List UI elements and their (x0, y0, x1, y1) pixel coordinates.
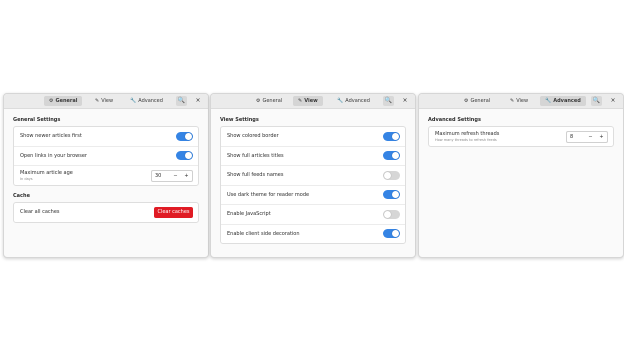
section-title: General Settings (13, 117, 61, 123)
refresh-threads-spinbutton[interactable]: 8 − + (566, 130, 608, 143)
gear-icon: ⚙ (256, 98, 261, 104)
tab-advanced[interactable]: 🔧 Advanced (540, 96, 586, 106)
cache-list: Clear all caches Clear caches (13, 202, 199, 223)
article-age-spinbutton[interactable]: 30 − + (151, 169, 193, 182)
list-item: Show full articles titles (221, 147, 405, 166)
list-item: Show full feeds names (221, 166, 405, 186)
tab-general[interactable]: ⚙ General (44, 96, 83, 106)
headerbar: ⚙ General ✎ View 🔧 Advanced 🔍 × (4, 94, 208, 109)
tab-label: Advanced (138, 98, 163, 104)
row-label: Maximum article age (20, 170, 73, 176)
advanced-content: Advanced Settings Maximum refresh thread… (428, 116, 614, 153)
full-feed-names-switch[interactable] (383, 170, 400, 180)
close-icon: × (610, 97, 616, 104)
dark-theme-switch[interactable] (383, 190, 400, 200)
section-title: Advanced Settings (428, 117, 481, 123)
close-button[interactable]: × (400, 96, 410, 106)
tab-general[interactable]: ⚙ General (459, 96, 495, 106)
preferences-window-advanced: ⚙ General ✎ View 🔧 Advanced 🔍 × Advanced… (418, 93, 624, 258)
colored-border-switch[interactable] (383, 131, 400, 141)
brush-icon: ✎ (510, 98, 515, 104)
spin-value[interactable]: 30 (152, 173, 170, 179)
search-button[interactable]: 🔍 (176, 96, 187, 106)
row-label: Enable client side decoration (227, 230, 300, 237)
preferences-window-general: ⚙ General ✎ View 🔧 Advanced 🔍 × General … (3, 93, 209, 258)
tab-advanced[interactable]: 🔧 Advanced (332, 96, 375, 106)
gear-icon: ⚙ (464, 98, 469, 104)
tab-label: General (55, 98, 78, 104)
row-label: Show full feeds names (227, 172, 284, 179)
tab-general[interactable]: ⚙ General (251, 96, 287, 106)
settings-list: Show newer articles first Open links in … (13, 126, 199, 186)
plus-button[interactable]: + (596, 134, 607, 140)
close-icon: × (195, 97, 201, 104)
wrench-icon: 🔧 (545, 98, 552, 104)
close-button[interactable]: × (193, 96, 203, 106)
list-item: Show newer articles first (14, 127, 198, 147)
preferences-window-view: ⚙ General ✎ View 🔧 Advanced 🔍 × View Set… (210, 93, 416, 258)
tab-label: Advanced (553, 98, 581, 104)
brush-icon: ✎ (298, 98, 303, 104)
csd-switch[interactable] (383, 229, 400, 239)
list-item: Maximum article age In days 30 − + (14, 166, 198, 185)
tab-label: General (470, 98, 491, 104)
headerbar: ⚙ General ✎ View 🔧 Advanced 🔍 × (419, 94, 623, 109)
tab-view[interactable]: ✎ View (293, 96, 323, 106)
tab-advanced[interactable]: 🔧 Advanced (125, 96, 168, 106)
brush-icon: ✎ (95, 98, 100, 104)
list-item: Enable client side decoration (221, 225, 405, 244)
row-sublabel: In days (20, 177, 33, 181)
tab-label: General (262, 98, 283, 104)
list-item: Maximum refresh threads How many threads… (429, 127, 613, 146)
javascript-switch[interactable] (383, 209, 400, 219)
wrench-icon: 🔧 (337, 98, 344, 104)
tab-view[interactable]: ✎ View (90, 96, 118, 106)
search-button[interactable]: 🔍 (591, 96, 602, 106)
row-label: Use dark theme for reader mode (227, 191, 310, 198)
open-links-switch[interactable] (176, 151, 193, 161)
search-icon: 🔍 (592, 97, 601, 104)
row-label: Show full articles titles (227, 152, 284, 159)
list-item: Show colored border (221, 127, 405, 147)
wrench-icon: 🔧 (130, 98, 137, 104)
row-label: Maximum refresh threads (435, 131, 500, 137)
list-item: Open links in your browser (14, 147, 198, 166)
search-button[interactable]: 🔍 (383, 96, 394, 106)
view-content: View Settings Show colored border Show f… (220, 116, 406, 250)
section-title: View Settings (220, 117, 259, 123)
settings-list: Show colored border Show full articles t… (220, 126, 406, 244)
list-item: Use dark theme for reader mode (221, 186, 405, 205)
search-icon: 🔍 (177, 97, 186, 104)
row-label: Enable JavaScript (227, 211, 271, 218)
row-label: Clear all caches (20, 209, 60, 216)
full-titles-switch[interactable] (383, 151, 400, 161)
tab-label: View (101, 98, 114, 104)
plus-button[interactable]: + (181, 173, 192, 179)
row-label: Open links in your browser (20, 152, 87, 159)
row-label: Show newer articles first (20, 133, 82, 140)
section-title: Cache (13, 193, 30, 199)
general-content: General Settings Show newer articles fir… (13, 116, 199, 229)
row-label: Show colored border (227, 133, 279, 140)
close-icon: × (402, 97, 408, 104)
list-item: Clear all caches Clear caches (14, 203, 198, 222)
list-item: Enable JavaScript (221, 205, 405, 225)
row-sublabel: How many threads to refresh feeds (435, 138, 497, 142)
gear-icon: ⚙ (49, 98, 54, 104)
close-button[interactable]: × (608, 96, 618, 106)
tab-label: View (516, 98, 529, 104)
clear-caches-button[interactable]: Clear caches (154, 206, 193, 218)
newer-first-switch[interactable] (176, 131, 193, 141)
spin-value[interactable]: 8 (567, 134, 585, 140)
settings-list: Maximum refresh threads How many threads… (428, 126, 614, 147)
tab-label: View (304, 98, 318, 104)
minus-button[interactable]: − (170, 173, 181, 179)
minus-button[interactable]: − (585, 134, 596, 140)
tab-label: Advanced (345, 98, 370, 104)
search-icon: 🔍 (384, 97, 393, 104)
headerbar: ⚙ General ✎ View 🔧 Advanced 🔍 × (211, 94, 415, 109)
tab-view[interactable]: ✎ View (505, 96, 533, 106)
